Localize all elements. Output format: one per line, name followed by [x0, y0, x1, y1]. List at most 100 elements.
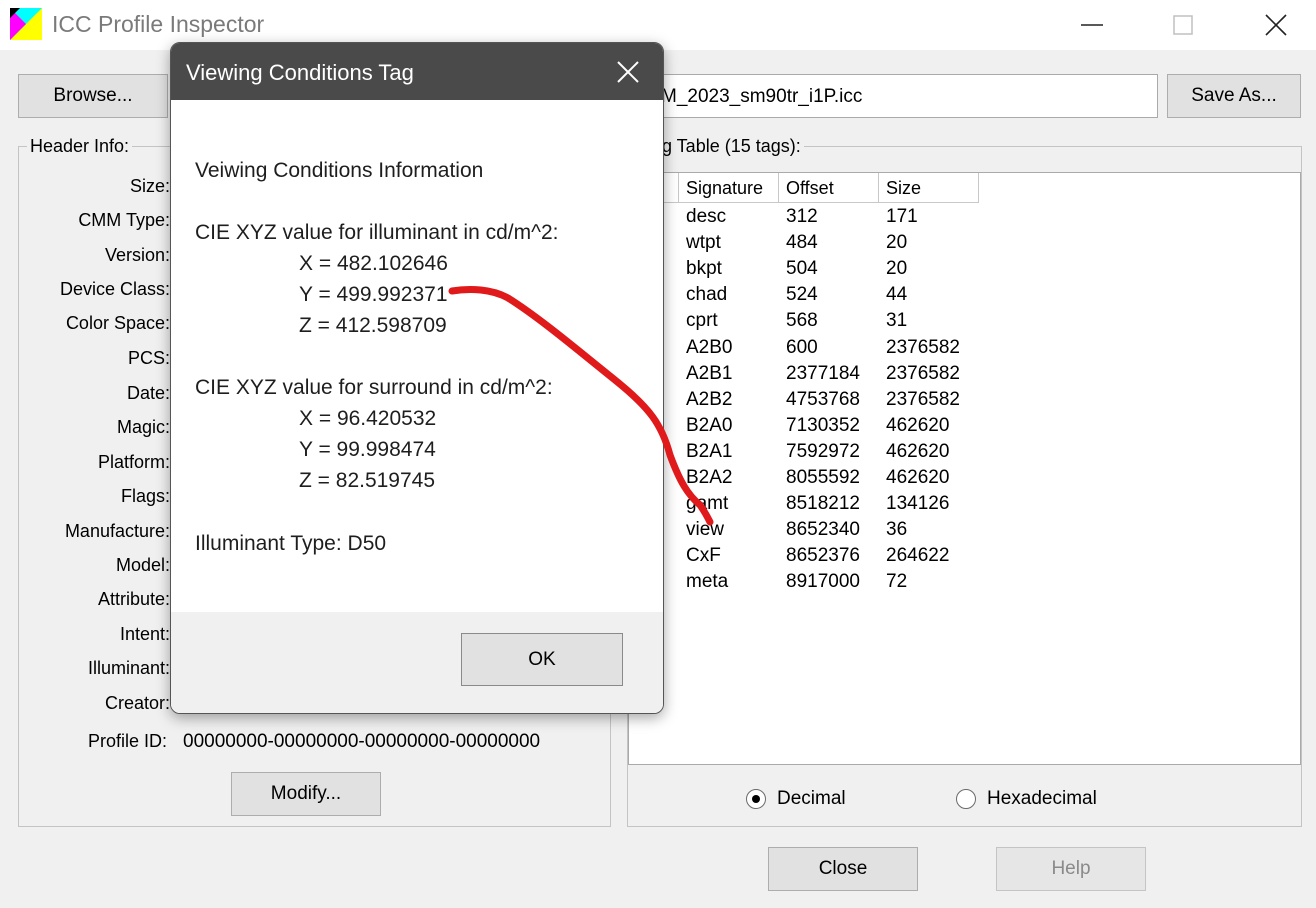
hexadecimal-radio[interactable]	[956, 789, 976, 809]
cell-signature: bkpt	[686, 258, 722, 280]
ok-button[interactable]: OK	[461, 633, 623, 686]
cell-offset: 484	[786, 232, 818, 254]
cell-signature: CxF	[686, 545, 721, 567]
file-path-text: M_2023_sm90tr_i1P.icc	[661, 86, 863, 107]
table-row[interactable]: B2A2 8055592 462620	[629, 467, 1300, 493]
decimal-label[interactable]: Decimal	[777, 788, 846, 810]
cell-signature: chad	[686, 284, 728, 306]
table-row[interactable]: B2A0 7130352 462620	[629, 415, 1300, 441]
close-button[interactable]: Close	[768, 847, 918, 891]
header-field-label: Device Class:	[59, 279, 170, 299]
minimize-button[interactable]	[1062, 0, 1122, 50]
header-field-label: CMM Type:	[78, 210, 170, 230]
cell-size: 31	[886, 310, 908, 332]
cell-signature: A2B1	[686, 362, 733, 384]
cell-signature: meta	[686, 571, 729, 593]
header-field-label: Creator:	[104, 693, 170, 713]
table-row[interactable]: meta 8917000 72	[629, 571, 1300, 597]
cell-offset: 8917000	[786, 571, 860, 593]
cell-offset: 2377184	[786, 362, 860, 384]
surround-z-value: Z = 82.519745	[299, 469, 436, 492]
cell-size: 171	[886, 206, 918, 227]
cell-signature: desc	[686, 206, 727, 227]
table-row[interactable]: A2B1 2377184 2376582	[629, 363, 1300, 389]
dialog-title-bar: Viewing Conditions Tag	[171, 43, 663, 100]
cell-signature: view	[686, 519, 725, 541]
cell-offset: 8652340	[786, 519, 860, 541]
cell-offset: 8055592	[786, 467, 860, 488]
surround-x-value: X = 96.420532	[299, 407, 437, 430]
file-path-field[interactable]: M_2023_sm90tr_i1P.icc	[640, 74, 1158, 118]
cell-size: 20	[886, 232, 908, 254]
cell-offset: 568	[786, 310, 818, 332]
profile-id-label: Profile ID:	[88, 731, 168, 751]
cell-signature: B2A2	[686, 467, 733, 488]
header-field-label: Platform:	[97, 452, 170, 472]
cell-offset: 8518212	[786, 493, 860, 515]
header-field-label: Size:	[129, 176, 170, 196]
header-info-label: Header Info:	[27, 136, 133, 157]
header-field-label: Version:	[104, 245, 170, 265]
illuminant-xyz-label: CIE XYZ value for illuminant in cd/m^2:	[195, 221, 559, 244]
close-icon	[617, 60, 639, 83]
save-as-button[interactable]: Save As...	[1167, 74, 1301, 118]
table-row[interactable]: A2B2 4753768 2376582	[629, 389, 1300, 415]
cell-signature: A2B0	[686, 336, 733, 358]
cell-size: 36	[886, 519, 908, 541]
help-button: Help	[996, 847, 1146, 891]
window-close-button[interactable]	[1246, 0, 1306, 50]
browse-button[interactable]: Browse...	[18, 74, 168, 118]
table-row[interactable]: CxF 8652376 264622	[629, 545, 1300, 571]
table-row[interactable]: bkpt 504 20	[629, 258, 1300, 284]
table-row[interactable]: desc 312 171	[629, 206, 1300, 232]
close-icon	[1265, 14, 1287, 36]
cell-offset: 312	[786, 206, 818, 227]
dialog-title: Viewing Conditions Tag	[186, 60, 414, 85]
decimal-radio[interactable]	[746, 789, 766, 809]
cell-size: 20	[886, 258, 908, 280]
header-field-label: Magic:	[116, 417, 170, 437]
header-field-label: Model:	[115, 555, 170, 575]
app-icon	[10, 8, 42, 40]
table-row[interactable]: cprt 568 31	[629, 310, 1300, 336]
illuminant-z-value: Z = 412.598709	[299, 314, 447, 337]
cell-size: 264622	[886, 545, 950, 567]
column-header-signature[interactable]: Signature	[679, 173, 779, 203]
header-field-label: Color Space:	[65, 313, 170, 333]
illuminant-type: Illuminant Type: D50	[195, 532, 387, 555]
tag-table[interactable]: Signature Offset Size desc 312 171 wtpt 484 2…	[628, 172, 1301, 765]
table-row[interactable]: wtpt 484 20	[629, 232, 1300, 258]
cell-signature: A2B2	[686, 388, 733, 410]
cell-size: 2376582	[886, 336, 960, 358]
cell-size: 462620	[886, 467, 950, 488]
hexadecimal-label[interactable]: Hexadecimal	[987, 788, 1097, 810]
cell-size: 462620	[886, 440, 950, 462]
cell-size: 134126	[886, 493, 950, 515]
modify-button[interactable]: Modify...	[231, 772, 381, 816]
illuminant-x-value: X = 482.102646	[299, 252, 448, 275]
cell-offset: 600	[786, 336, 818, 358]
table-row[interactable]: view 8652340 36	[629, 519, 1300, 545]
column-header-offset[interactable]: Offset	[779, 173, 879, 203]
column-header-size[interactable]: Size	[879, 173, 979, 203]
maximize-button[interactable]	[1153, 0, 1213, 50]
header-field-label: Flags:	[120, 486, 170, 506]
dialog-footer: OK	[171, 612, 663, 713]
header-field-label: Attribute:	[97, 589, 170, 609]
cell-offset: 4753768	[786, 388, 860, 410]
table-row[interactable]: gamt 8518212 134126	[629, 493, 1300, 519]
cell-offset: 7592972	[786, 440, 860, 462]
surround-xyz-label: CIE XYZ value for surround in cd/m^2:	[195, 376, 553, 399]
table-row[interactable]: A2B0 600 2376582	[629, 337, 1300, 363]
table-row[interactable]: B2A1 7592972 462620	[629, 441, 1300, 467]
cell-signature: B2A0	[686, 414, 733, 436]
cell-offset: 504	[786, 258, 818, 280]
header-field-label: Illuminant:	[87, 658, 170, 678]
cell-size: 2376582	[886, 388, 960, 410]
cell-size: 462620	[886, 414, 950, 436]
tag-table-label: g Table (15 tags):	[659, 136, 804, 157]
cell-signature: cprt	[686, 310, 718, 332]
maximize-icon	[1173, 15, 1193, 35]
dialog-close-button[interactable]	[593, 43, 663, 100]
table-row[interactable]: chad 524 44	[629, 284, 1300, 310]
